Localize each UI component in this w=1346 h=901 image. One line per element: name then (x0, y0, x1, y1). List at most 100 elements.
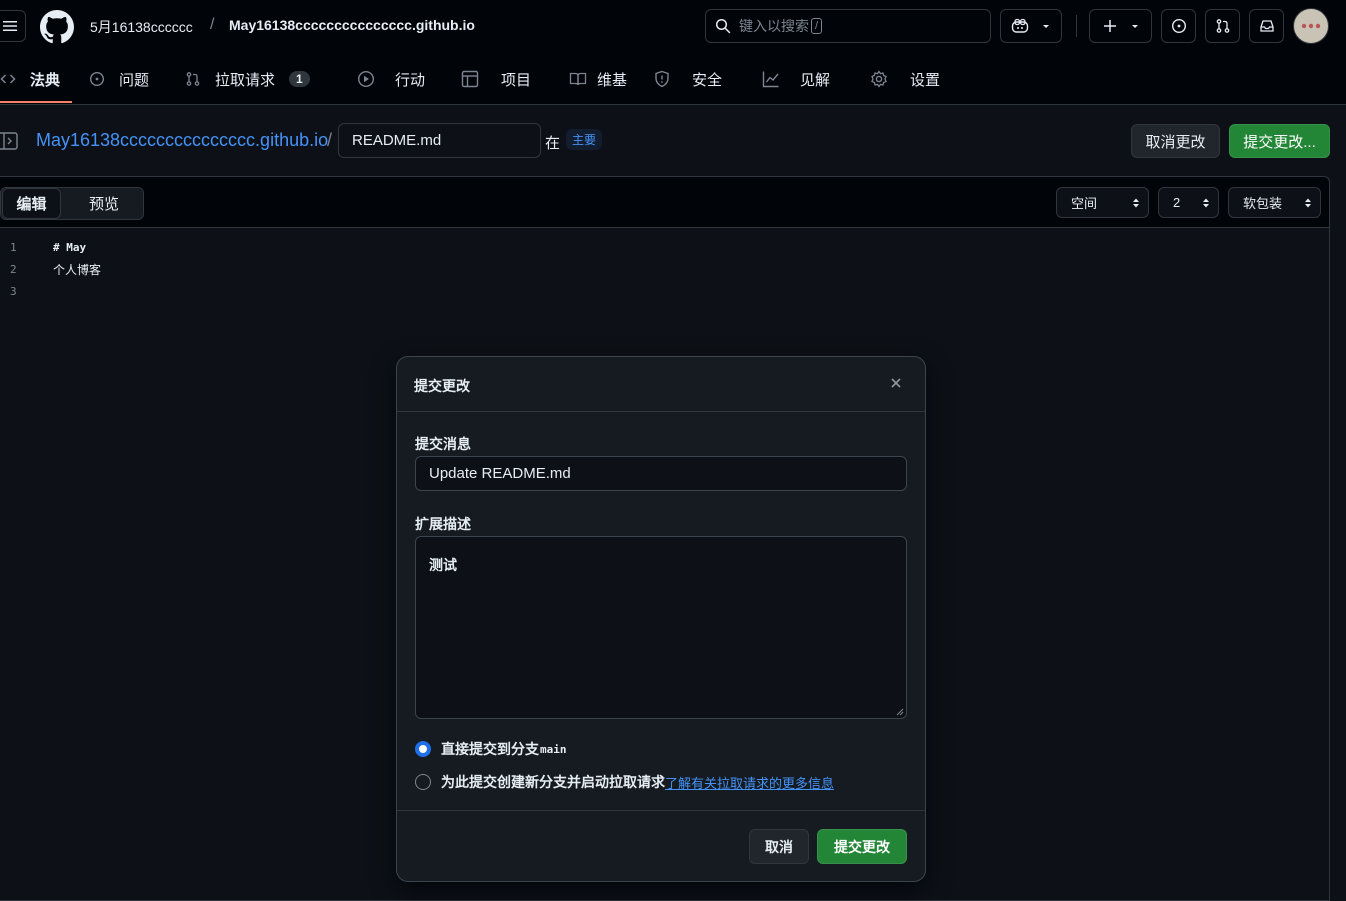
indent-size-value: 2 (1173, 195, 1181, 210)
global-header: 5月16138cccccc / May16138ccccccccccccccc.… (0, 0, 1346, 54)
avatar[interactable] (1293, 8, 1329, 44)
search-icon (715, 18, 731, 34)
create-new-button[interactable] (1089, 9, 1152, 43)
learn-more-link[interactable]: 了解有关拉取请求的更多信息 (665, 773, 834, 792)
commit-direct-label: 直接提交到分支 (441, 741, 539, 757)
branch-badge[interactable]: 主要 (566, 129, 603, 150)
wrap-mode-value: 软包装 (1243, 196, 1283, 211)
edit-preview-toggle: 编辑 预览 (0, 187, 144, 220)
tab-wiki[interactable]: 维基 (569, 54, 627, 104)
owner-link[interactable]: 5月16138cccccc (90, 17, 193, 37)
dialog-title: 提交更改 (414, 378, 470, 394)
radio-selected[interactable] (415, 741, 431, 757)
tab-security-label: 安全 (692, 71, 723, 89)
pull-request-icon (1215, 18, 1231, 34)
filename-input[interactable]: README.md (338, 123, 541, 158)
breadcrumb-separator: / (327, 130, 333, 150)
radio-unselected[interactable] (415, 774, 431, 790)
code-icon (0, 71, 16, 87)
tab-issues[interactable]: 问题 (89, 54, 149, 104)
breadcrumb-repo-link[interactable]: May16138ccccccccccccccc.github.io (36, 130, 328, 151)
tab-projects[interactable]: 项目 (461, 54, 531, 104)
dialog-footer-divider (397, 810, 925, 811)
new-branch-label: 为此提交创建新分支并启动拉取请求 (441, 774, 665, 790)
select-arrows-icon (1304, 197, 1312, 209)
inbox-icon (1259, 18, 1275, 34)
editor-toolbar: 编辑 预览 空间 2 软包装 (0, 177, 1329, 228)
tab-actions[interactable]: 行动 (357, 54, 425, 104)
line-content: 个人博客 (53, 263, 102, 277)
tab-projects-label: 项目 (501, 71, 532, 89)
pull-request-count-badge: 1 (289, 71, 310, 87)
header-divider (1076, 15, 1077, 37)
indent-mode-value: 空间 (1071, 196, 1098, 211)
commit-changes-button[interactable]: 提交更改... (1229, 124, 1330, 158)
branch-name: main (540, 742, 567, 756)
copilot-button[interactable] (1000, 9, 1062, 43)
search-placeholder: 键入以搜索 (739, 18, 809, 34)
plus-icon (1102, 18, 1118, 34)
close-icon[interactable] (889, 376, 903, 390)
repo-navigation: 法典 问题 拉取请求 1 行动 项目 维基 安全 见解 设置 (0, 54, 1346, 105)
tab-wiki-label: 维基 (597, 71, 628, 89)
dialog-cancel-button[interactable]: 取消 (749, 829, 809, 864)
repo-link[interactable]: May16138ccccccccccccccc.github.io (229, 17, 475, 33)
pull-requests-button[interactable] (1205, 9, 1240, 43)
extended-description-label: 扩展描述 (415, 516, 471, 532)
chevron-down-icon (1041, 21, 1051, 31)
active-tab-indicator (0, 101, 72, 103)
copilot-icon (1011, 18, 1029, 34)
commit-dialog: 提交更改 提交消息 Update README.md 扩展描述 测试 直接提交到… (396, 356, 926, 882)
indent-size-select[interactable]: 2 (1158, 187, 1219, 218)
github-logo-icon[interactable] (40, 10, 74, 44)
gear-icon (870, 70, 888, 88)
extended-description-textarea[interactable]: 测试 (415, 536, 907, 719)
wrap-mode-select[interactable]: 软包装 (1228, 187, 1321, 218)
commit-message-label: 提交消息 (415, 436, 471, 452)
file-tree-toggle[interactable] (0, 131, 18, 151)
new-branch-option[interactable]: 为此提交创建新分支并启动拉取请求 了解有关拉取请求的更多信息 (415, 772, 834, 792)
line-content: # May (53, 241, 87, 254)
commit-message-input[interactable]: Update README.md (415, 456, 907, 491)
dialog-submit-button[interactable]: 提交更改 (817, 829, 907, 864)
shield-icon (654, 70, 670, 88)
hamburger-icon (2, 18, 18, 34)
tab-settings-label: 设置 (910, 71, 941, 89)
search-shortcut-hint: / (811, 18, 823, 34)
tab-settings[interactable]: 设置 (870, 54, 940, 104)
commit-direct-option[interactable]: 直接提交到分支 main (415, 739, 567, 759)
book-icon (569, 71, 587, 87)
select-arrows-icon (1132, 197, 1140, 209)
menu-button[interactable] (0, 10, 26, 42)
tab-security[interactable]: 安全 (654, 54, 722, 104)
resize-handle-icon[interactable] (896, 708, 904, 716)
pull-request-icon (185, 71, 201, 87)
inbox-button[interactable] (1249, 9, 1284, 43)
line-number: 2 (10, 263, 17, 276)
tab-insights-label: 见解 (800, 71, 831, 89)
avatar-image-icon (1299, 20, 1323, 32)
tab-pull-requests-label: 拉取请求 (215, 71, 276, 89)
issue-icon (89, 71, 105, 87)
in-branch-label: 在 (545, 135, 561, 152)
line-number: 3 (10, 285, 17, 298)
path-separator: / (210, 16, 215, 33)
issues-button[interactable] (1161, 9, 1196, 43)
tab-code[interactable]: 法典 (0, 54, 60, 104)
chevron-down-icon (1130, 21, 1140, 31)
search-input[interactable]: 键入以搜索 / (705, 9, 991, 43)
cancel-changes-button[interactable]: 取消更改 (1131, 124, 1220, 158)
tab-actions-label: 行动 (395, 71, 426, 89)
tab-pull-requests[interactable]: 拉取请求 1 (185, 54, 310, 104)
sidebar-expand-icon (0, 131, 18, 151)
dialog-header: 提交更改 (397, 357, 925, 412)
tab-code-label: 法典 (30, 71, 61, 89)
play-icon (357, 70, 375, 88)
indent-mode-select[interactable]: 空间 (1056, 187, 1149, 218)
tab-preview[interactable]: 预览 (63, 188, 145, 219)
tab-issues-label: 问题 (119, 71, 150, 89)
line-number: 1 (10, 241, 17, 254)
tab-edit[interactable]: 编辑 (2, 188, 61, 219)
table-icon (461, 70, 479, 88)
tab-insights[interactable]: 见解 (762, 54, 830, 104)
